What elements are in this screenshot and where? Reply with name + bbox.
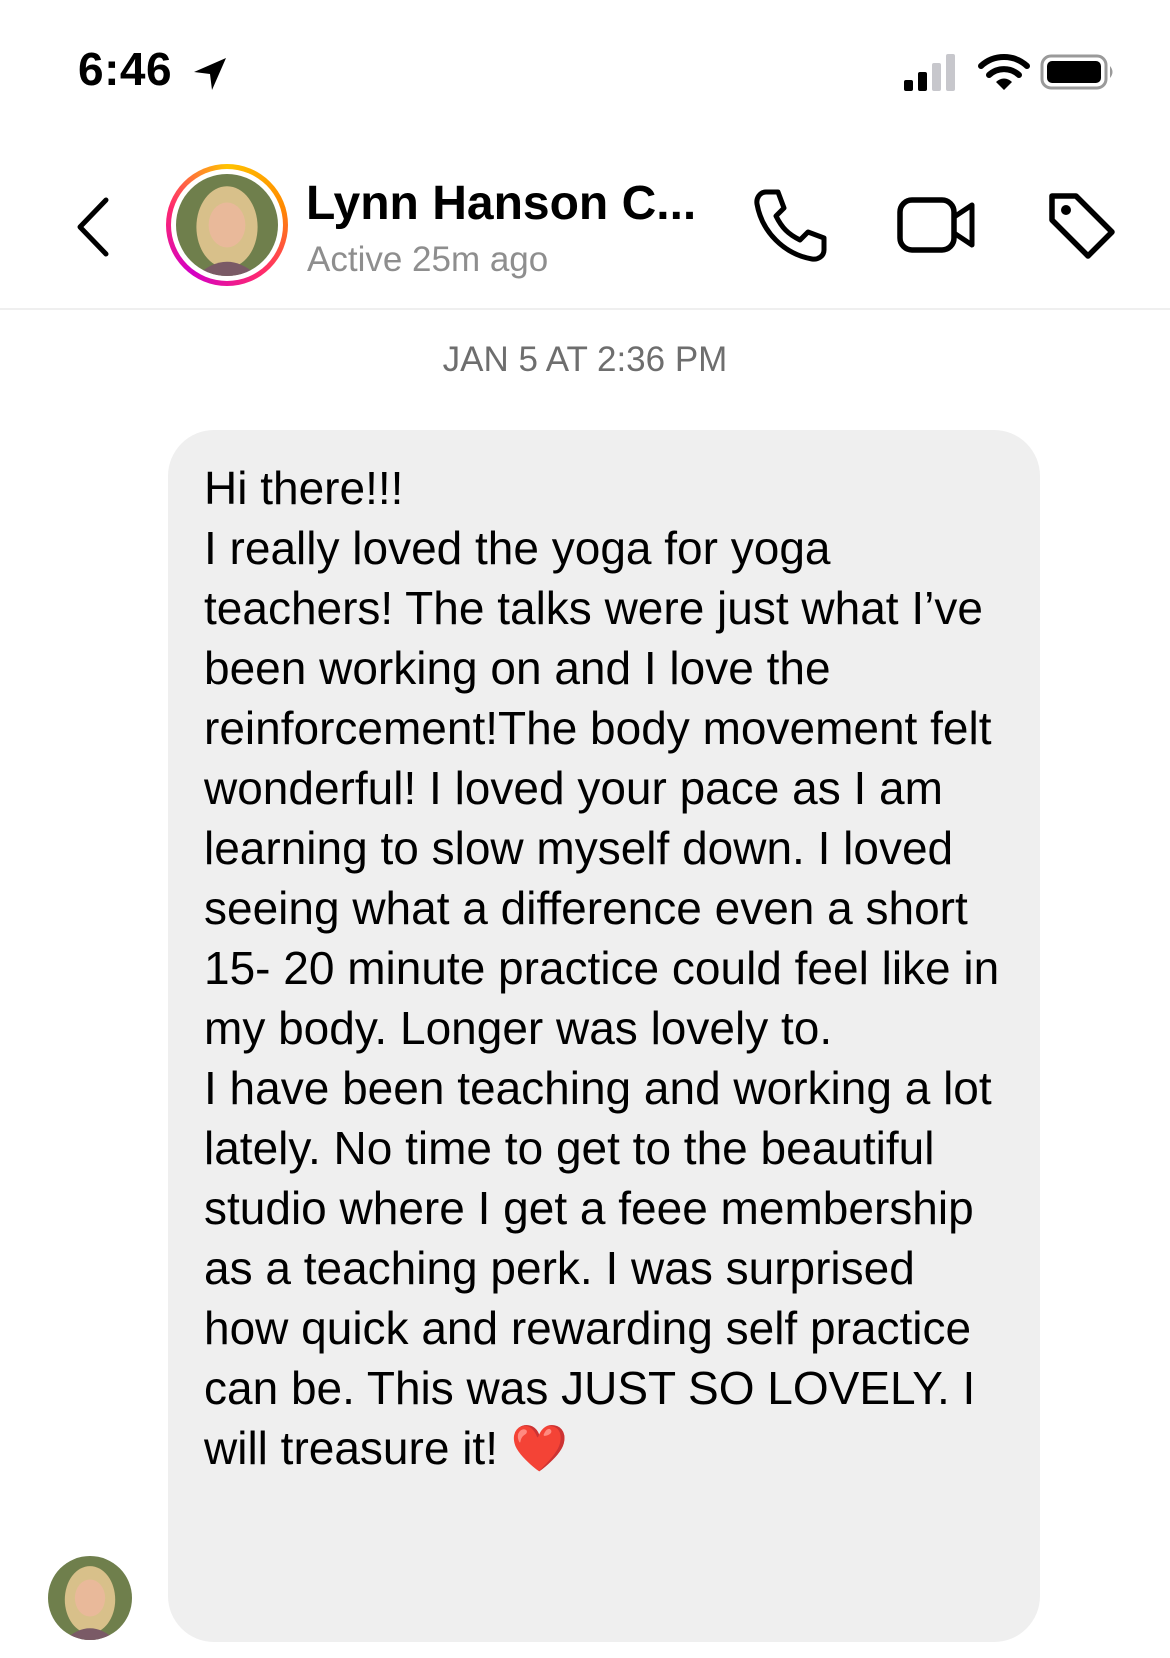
active-status: Active 25m ago (307, 240, 549, 279)
status-time: 6:46 (78, 43, 173, 95)
battery-icon (1040, 54, 1113, 90)
phone-call-icon[interactable] (752, 186, 830, 264)
message-body: Hi there!!! I really loved the yoga for … (204, 462, 1000, 1474)
heart-emoji-icon: ❤️ (510, 1422, 569, 1474)
contact-name[interactable]: Lynn Hanson C... (306, 176, 696, 231)
status-bar: 6:46 (0, 0, 1170, 140)
contact-avatar[interactable] (166, 164, 288, 286)
chat-header: Lynn Hanson C... Active 25m ago (0, 140, 1170, 310)
tag-icon[interactable] (1046, 186, 1118, 264)
message-timestamp: JAN 5 AT 2:36 PM (442, 340, 728, 379)
cellular-signal-icon (904, 54, 955, 91)
avatar-photo (176, 174, 278, 276)
sender-avatar[interactable] (48, 1556, 132, 1640)
wifi-icon (978, 54, 1030, 90)
message-text: Hi there!!! I really loved the yoga for … (204, 458, 1004, 1478)
video-camera-icon[interactable] (896, 190, 978, 260)
back-chevron-icon[interactable] (70, 192, 120, 262)
location-arrow-icon (194, 58, 226, 90)
message-bubble[interactable]: Hi there!!! I really loved the yoga for … (168, 430, 1040, 1642)
avatar-border (171, 169, 283, 281)
